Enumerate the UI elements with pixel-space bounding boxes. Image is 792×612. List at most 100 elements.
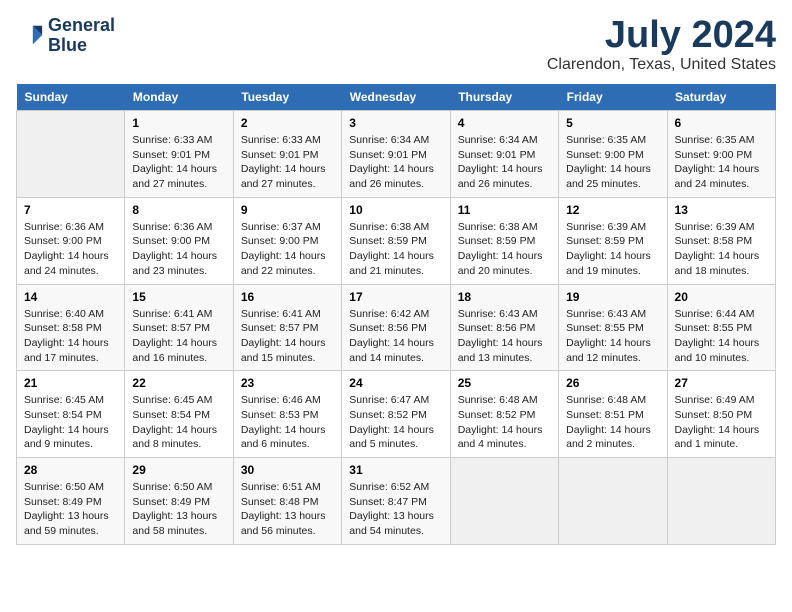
weekday-header-friday: Friday	[559, 84, 667, 111]
day-number: 29	[132, 463, 225, 477]
calendar-cell: 2 Sunrise: 6:33 AM Sunset: 9:01 PM Daylig…	[233, 111, 341, 198]
calendar-cell: 24Sunrise: 6:47 AM Sunset: 8:52 PM Dayli…	[342, 371, 450, 458]
calendar-cell: 14Sunrise: 6:40 AM Sunset: 8:58 PM Dayli…	[17, 284, 125, 371]
day-number: 31	[349, 463, 442, 477]
day-number: 23	[241, 376, 334, 390]
calendar-table: SundayMondayTuesdayWednesdayThursdayFrid…	[16, 84, 776, 545]
day-detail: Sunrise: 6:45 AM Sunset: 8:54 PM Dayligh…	[24, 393, 117, 452]
header: General Blue July 2024 Clarendon, Texas,…	[16, 16, 776, 74]
day-number: 8	[132, 203, 225, 217]
day-detail: Sunrise: 6:35 AM Sunset: 9:00 PM Dayligh…	[566, 133, 659, 192]
month-title: July 2024	[547, 16, 776, 54]
weekday-header-thursday: Thursday	[450, 84, 558, 111]
day-detail: Sunrise: 6:41 AM Sunset: 8:57 PM Dayligh…	[241, 307, 334, 366]
day-detail: Sunrise: 6:33 AM Sunset: 9:01 PM Dayligh…	[241, 133, 334, 192]
day-detail: Sunrise: 6:48 AM Sunset: 8:51 PM Dayligh…	[566, 393, 659, 452]
calendar-cell: 25 Sunrise: 6:48 AM Sunset: 8:52 PM Dayli…	[450, 371, 558, 458]
logo-icon	[16, 22, 44, 50]
calendar-cell: 21 Sunrise: 6:45 AM Sunset: 8:54 PM Dayli…	[17, 371, 125, 458]
calendar-cell: 16 Sunrise: 6:41 AM Sunset: 8:57 PM Dayli…	[233, 284, 341, 371]
day-detail: Sunrise: 6:43 AM Sunset: 8:56 PM Dayligh…	[458, 307, 551, 366]
calendar-cell: 23 Sunrise: 6:46 AM Sunset: 8:53 PM Dayli…	[233, 371, 341, 458]
calendar-cell: 1Sunrise: 6:33 AM Sunset: 9:01 PM Daylig…	[125, 111, 233, 198]
day-number: 6	[675, 116, 768, 130]
day-number: 22	[132, 376, 225, 390]
calendar-cell: 6 Sunrise: 6:35 AM Sunset: 9:00 PM Daylig…	[667, 111, 775, 198]
calendar-cell	[667, 458, 775, 545]
day-detail: Sunrise: 6:39 AM Sunset: 8:58 PM Dayligh…	[675, 220, 768, 279]
day-number: 21	[24, 376, 117, 390]
day-number: 26	[566, 376, 659, 390]
calendar-cell: 13 Sunrise: 6:39 AM Sunset: 8:58 PM Dayli…	[667, 197, 775, 284]
calendar-cell: 12 Sunrise: 6:39 AM Sunset: 8:59 PM Dayli…	[559, 197, 667, 284]
weekday-header-row: SundayMondayTuesdayWednesdayThursdayFrid…	[17, 84, 776, 111]
day-detail: Sunrise: 6:46 AM Sunset: 8:53 PM Dayligh…	[241, 393, 334, 452]
day-number: 20	[675, 290, 768, 304]
day-number: 24	[349, 376, 442, 390]
weekday-header-tuesday: Tuesday	[233, 84, 341, 111]
calendar-cell: 26 Sunrise: 6:48 AM Sunset: 8:51 PM Dayli…	[559, 371, 667, 458]
day-detail: Sunrise: 6:43 AM Sunset: 8:55 PM Dayligh…	[566, 307, 659, 366]
day-number: 11	[458, 203, 551, 217]
day-detail: Sunrise: 6:42 AM Sunset: 8:56 PM Dayligh…	[349, 307, 442, 366]
calendar-cell	[450, 458, 558, 545]
calendar-cell: 3Sunrise: 6:34 AM Sunset: 9:01 PM Daylig…	[342, 111, 450, 198]
calendar-cell: 11 Sunrise: 6:38 AM Sunset: 8:59 PM Dayli…	[450, 197, 558, 284]
calendar-cell: 8 Sunrise: 6:36 AM Sunset: 9:00 PM Daylig…	[125, 197, 233, 284]
day-detail: Sunrise: 6:45 AM Sunset: 8:54 PM Dayligh…	[132, 393, 225, 452]
calendar-cell	[17, 111, 125, 198]
day-detail: Sunrise: 6:39 AM Sunset: 8:59 PM Dayligh…	[566, 220, 659, 279]
day-number: 17	[349, 290, 442, 304]
day-number: 12	[566, 203, 659, 217]
location-title: Clarendon, Texas, United States	[547, 56, 776, 74]
logo: General Blue	[16, 16, 115, 56]
day-number: 5	[566, 116, 659, 130]
day-detail: Sunrise: 6:37 AM Sunset: 9:00 PM Dayligh…	[241, 220, 334, 279]
day-detail: Sunrise: 6:33 AM Sunset: 9:01 PM Dayligh…	[132, 133, 225, 192]
calendar-cell: 22 Sunrise: 6:45 AM Sunset: 8:54 PM Dayli…	[125, 371, 233, 458]
weekday-header-saturday: Saturday	[667, 84, 775, 111]
week-row-1: 1Sunrise: 6:33 AM Sunset: 9:01 PM Daylig…	[17, 111, 776, 198]
day-number: 2	[241, 116, 334, 130]
calendar-cell: 10Sunrise: 6:38 AM Sunset: 8:59 PM Dayli…	[342, 197, 450, 284]
day-detail: Sunrise: 6:50 AM Sunset: 8:49 PM Dayligh…	[24, 480, 117, 539]
day-number: 14	[24, 290, 117, 304]
calendar-cell: 7Sunrise: 6:36 AM Sunset: 9:00 PM Daylig…	[17, 197, 125, 284]
week-row-3: 14Sunrise: 6:40 AM Sunset: 8:58 PM Dayli…	[17, 284, 776, 371]
calendar-cell: 28 Sunrise: 6:50 AM Sunset: 8:49 PM Dayli…	[17, 458, 125, 545]
day-number: 16	[241, 290, 334, 304]
week-row-4: 21 Sunrise: 6:45 AM Sunset: 8:54 PM Dayli…	[17, 371, 776, 458]
day-number: 13	[675, 203, 768, 217]
day-number: 9	[241, 203, 334, 217]
day-number: 10	[349, 203, 442, 217]
day-number: 27	[675, 376, 768, 390]
day-detail: Sunrise: 6:51 AM Sunset: 8:48 PM Dayligh…	[241, 480, 334, 539]
calendar-cell: 4Sunrise: 6:34 AM Sunset: 9:01 PM Daylig…	[450, 111, 558, 198]
calendar-cell: 18Sunrise: 6:43 AM Sunset: 8:56 PM Dayli…	[450, 284, 558, 371]
title-area: July 2024 Clarendon, Texas, United State…	[547, 16, 776, 74]
day-detail: Sunrise: 6:35 AM Sunset: 9:00 PM Dayligh…	[675, 133, 768, 192]
day-detail: Sunrise: 6:41 AM Sunset: 8:57 PM Dayligh…	[132, 307, 225, 366]
day-detail: Sunrise: 6:34 AM Sunset: 9:01 PM Dayligh…	[349, 133, 442, 192]
day-detail: Sunrise: 6:52 AM Sunset: 8:47 PM Dayligh…	[349, 480, 442, 539]
calendar-cell: 5 Sunrise: 6:35 AM Sunset: 9:00 PM Daylig…	[559, 111, 667, 198]
day-number: 28	[24, 463, 117, 477]
calendar-cell: 9 Sunrise: 6:37 AM Sunset: 9:00 PM Daylig…	[233, 197, 341, 284]
calendar-cell	[559, 458, 667, 545]
week-row-5: 28 Sunrise: 6:50 AM Sunset: 8:49 PM Dayli…	[17, 458, 776, 545]
day-number: 15	[132, 290, 225, 304]
day-detail: Sunrise: 6:49 AM Sunset: 8:50 PM Dayligh…	[675, 393, 768, 452]
weekday-header-sunday: Sunday	[17, 84, 125, 111]
day-number: 30	[241, 463, 334, 477]
day-detail: Sunrise: 6:48 AM Sunset: 8:52 PM Dayligh…	[458, 393, 551, 452]
day-detail: Sunrise: 6:50 AM Sunset: 8:49 PM Dayligh…	[132, 480, 225, 539]
day-number: 4	[458, 116, 551, 130]
week-row-2: 7 Sunrise: 6:36 AM Sunset: 9:00 PM Daylig…	[17, 197, 776, 284]
day-number: 7	[24, 203, 117, 217]
calendar-cell: 17 Sunrise: 6:42 AM Sunset: 8:56 PM Dayli…	[342, 284, 450, 371]
day-detail: Sunrise: 6:38 AM Sunset: 8:59 PM Dayligh…	[458, 220, 551, 279]
day-detail: Sunrise: 6:36 AM Sunset: 9:00 PM Dayligh…	[132, 220, 225, 279]
day-number: 25	[458, 376, 551, 390]
calendar-cell: 30 Sunrise: 6:51 AM Sunset: 8:48 PM Dayli…	[233, 458, 341, 545]
day-number: 19	[566, 290, 659, 304]
